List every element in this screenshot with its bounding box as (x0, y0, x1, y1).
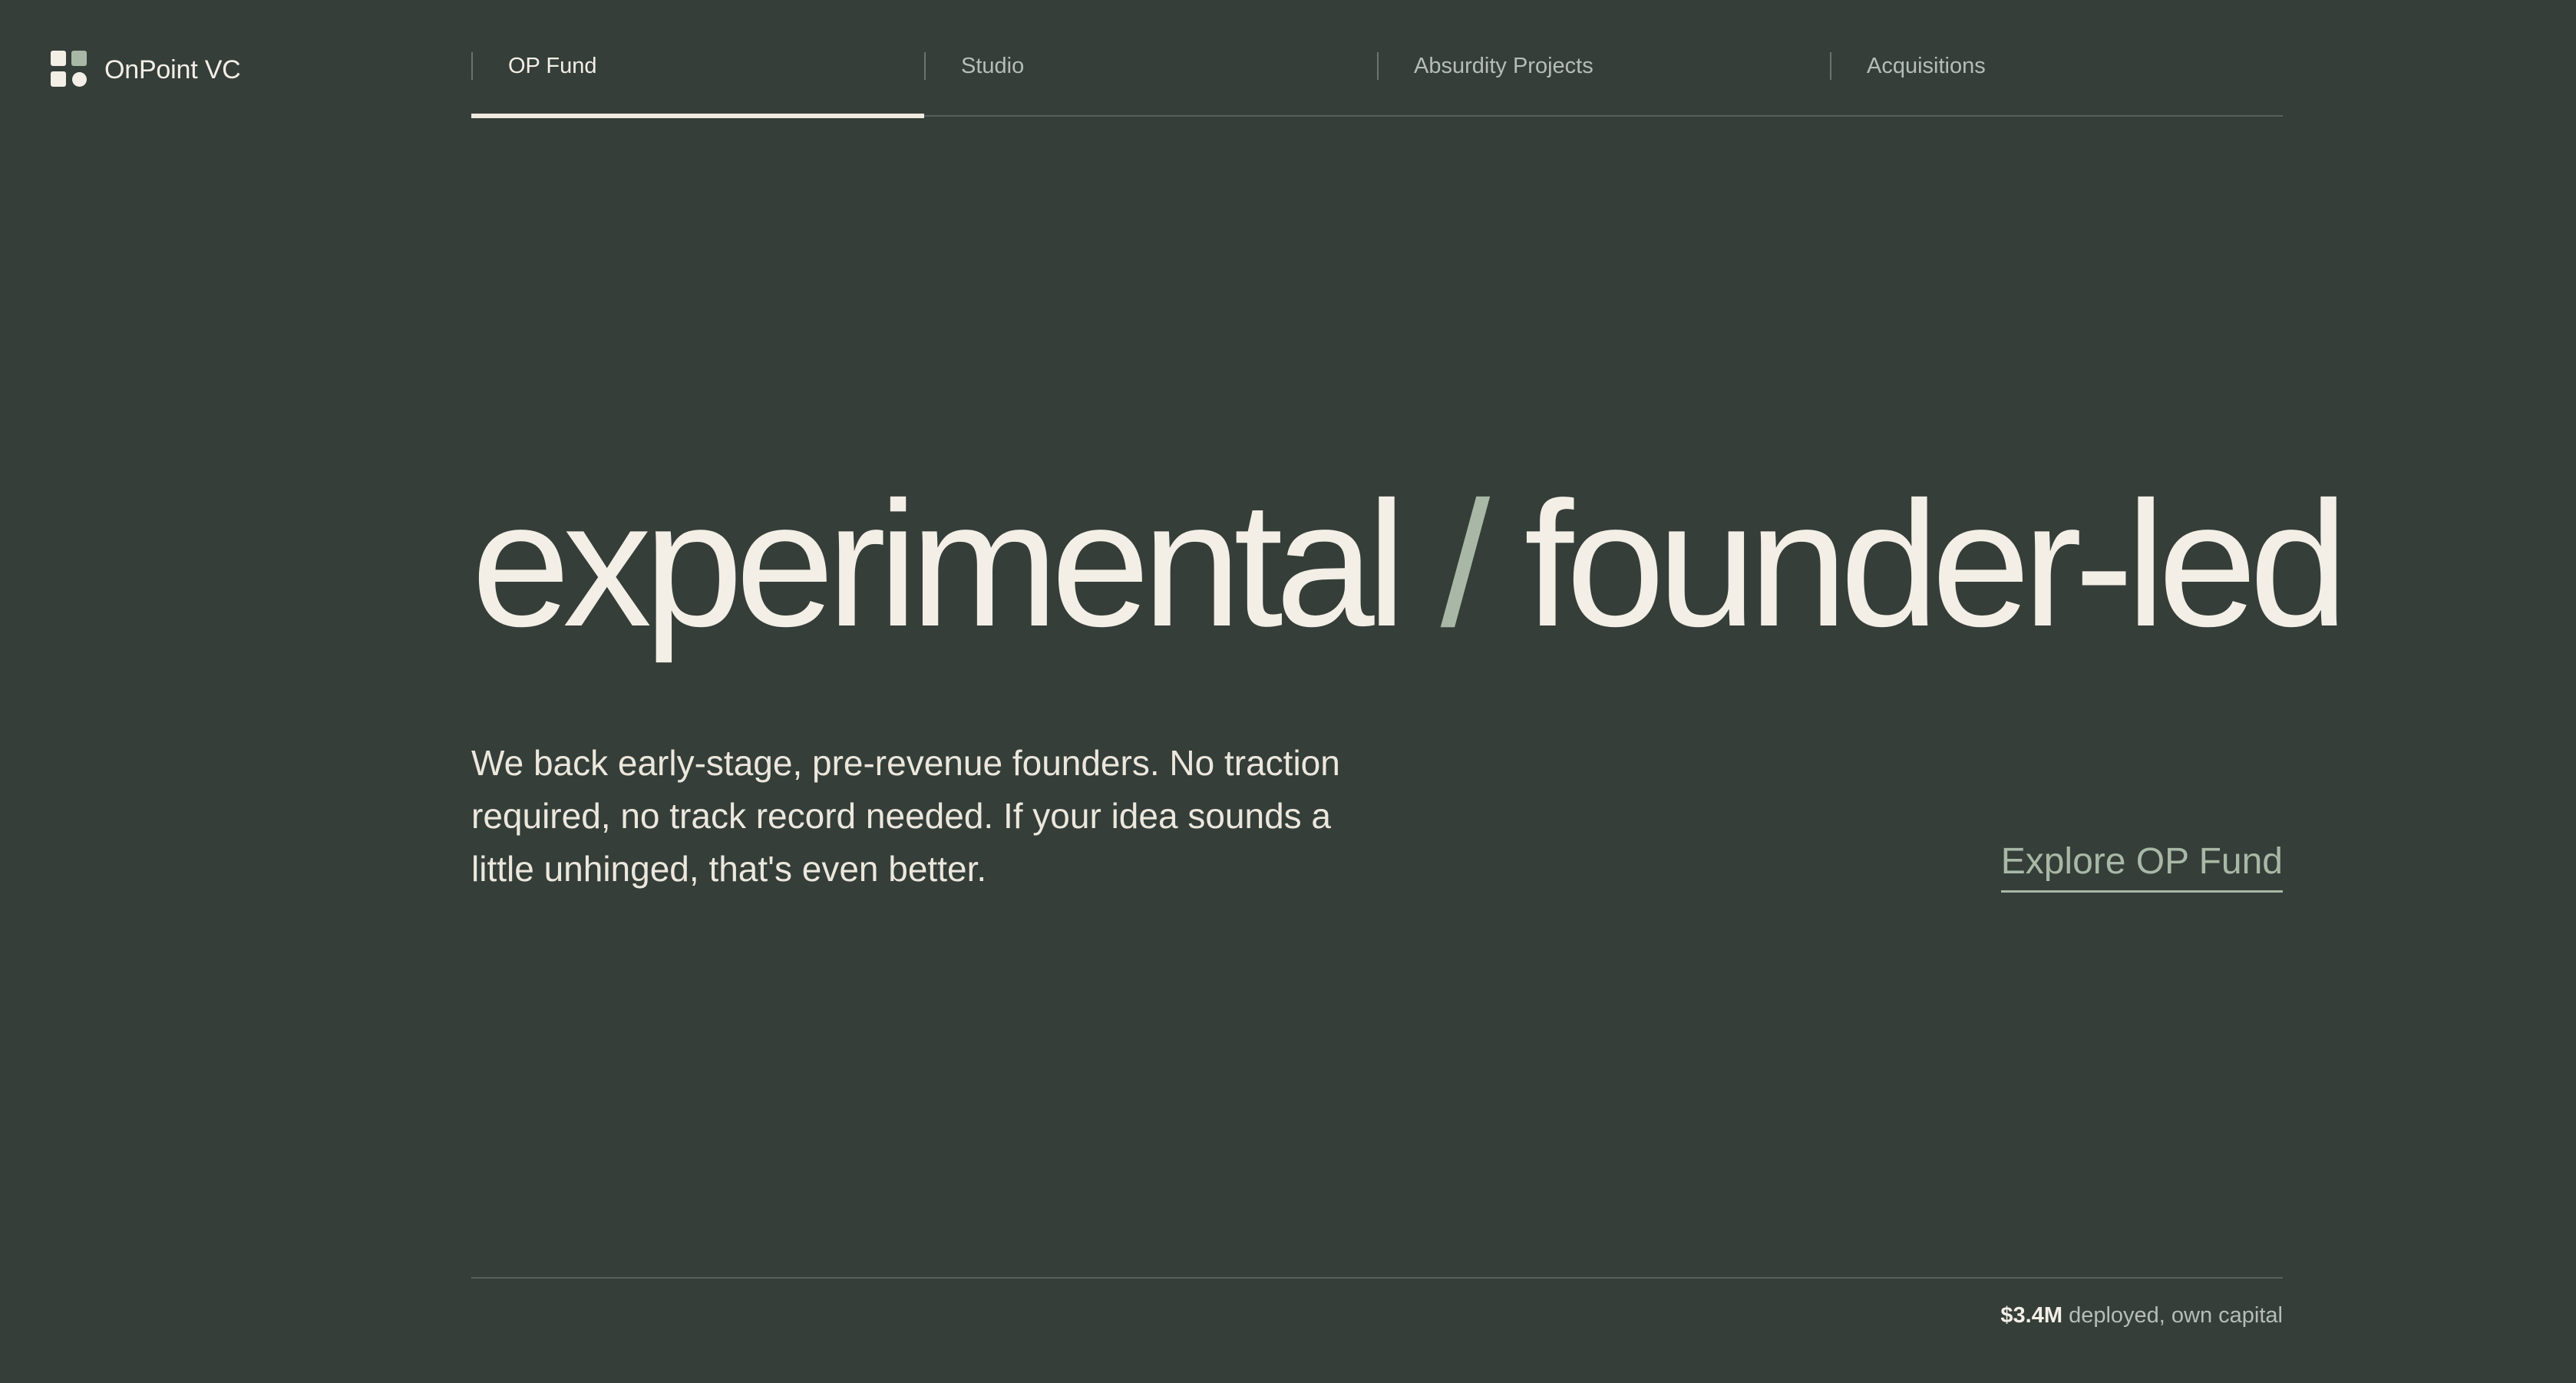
tab-divider (924, 52, 926, 80)
tab-label: Studio (961, 54, 1025, 78)
tab-label: OP Fund (508, 54, 597, 78)
tab-acquisitions[interactable]: Acquisitions (1830, 49, 2283, 115)
tab-label: Absurdity Projects (1414, 54, 1593, 78)
stat-amount: $3.4M (2000, 1303, 2063, 1328)
headline-right: founder-led (1524, 465, 2349, 664)
tab-divider (471, 52, 473, 80)
footer-divider (471, 1277, 2283, 1279)
stat-text: deployed, own capital (2069, 1303, 2283, 1328)
capital-deployed-stat: $3.4M deployed, own capital (2000, 1303, 2283, 1329)
hero-description: We back early-stage, pre-revenue founder… (471, 743, 1340, 889)
top-nav: OP Fund Studio Absurdity Projects Acquis… (471, 49, 2283, 118)
active-tab-indicator (471, 114, 924, 118)
explore-op-fund-link[interactable]: Explore OP Fund (2000, 840, 2283, 893)
tab-label: Acquisitions (1867, 54, 1986, 78)
page: OnPoint VC OP Fund Studio Absurdity Proj… (0, 0, 2576, 1383)
tab-divider (1377, 52, 1379, 80)
brand-name: OnPoint VC (104, 54, 241, 84)
tab-studio[interactable]: Studio (924, 49, 1377, 115)
headline-left: experimental (471, 465, 1406, 664)
tab-absurdity-projects[interactable]: Absurdity Projects (1377, 49, 1830, 115)
headline-separator: / (1440, 465, 1491, 664)
grid-logo-icon (51, 51, 88, 89)
tab-divider (1830, 52, 1831, 80)
tab-op-fund[interactable]: OP Fund (471, 49, 924, 118)
logo-link[interactable]: OnPoint VC (51, 51, 241, 89)
hero-headline: experimental / founder-led (471, 476, 2348, 654)
